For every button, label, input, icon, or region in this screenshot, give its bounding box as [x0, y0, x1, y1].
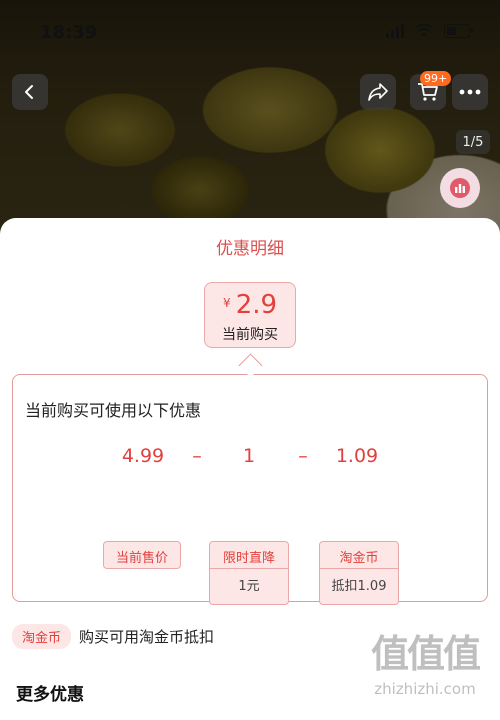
status-bar: 18:39 — [0, 0, 500, 66]
tag-title: 限时直降 — [222, 551, 275, 566]
tag-subtext: 1元 — [238, 579, 260, 594]
coin-text: 购买可用淘金币抵扣 — [79, 628, 215, 646]
share-icon — [368, 83, 388, 101]
watermark: 值值值 zhizhizhi.com — [350, 628, 500, 720]
promo-card: 当前购买可使用以下优惠 4.99 – 1 – 1.09 当前售价 限时直降 1元… — [12, 374, 488, 605]
more-button[interactable] — [452, 74, 488, 110]
promo-heading: 当前购买可使用以下优惠 — [25, 401, 202, 420]
share-button[interactable] — [360, 74, 396, 110]
status-time: 18:39 — [40, 22, 98, 43]
coin-deduct-value: 1.09 — [335, 445, 379, 467]
status-icons — [386, 24, 473, 38]
minus-sign: – — [192, 445, 202, 467]
coin-tag: 淘金币 — [12, 624, 72, 649]
chart-button[interactable] — [440, 168, 480, 208]
image-page-counter: 1/5 — [456, 130, 490, 154]
tag-current-price: 当前售价 — [103, 541, 181, 569]
cart-badge: 99+ — [420, 71, 452, 86]
direct-discount-value: 1 — [242, 445, 256, 467]
current-price-box: ¥ 2.9 当前购买 — [204, 282, 296, 348]
wifi-icon — [414, 24, 434, 37]
battery-icon — [444, 24, 473, 38]
more-discounts-title: 更多优惠 — [16, 685, 84, 705]
tag-title: 淘金币 — [339, 551, 379, 566]
tag-subtext: 抵扣1.09 — [331, 579, 387, 594]
price-label: 当前购买 — [222, 327, 278, 343]
sheet-title: 优惠明细 — [216, 239, 284, 259]
price-value: 2.9 — [235, 290, 278, 320]
back-button[interactable] — [12, 74, 48, 110]
tag-taojinbi: 淘金币 抵扣1.09 — [319, 541, 399, 605]
minus-sign: – — [298, 445, 308, 467]
more-dots-icon — [459, 89, 481, 95]
signal-icon — [386, 24, 404, 38]
watermark-logo: 值值值 — [370, 632, 481, 676]
watermark-url: zhizhizhi.com — [374, 680, 476, 698]
tag-limited-discount: 限时直降 1元 — [209, 541, 289, 605]
tag-title: 当前售价 — [115, 551, 168, 566]
price-currency: ¥ — [222, 296, 231, 310]
chevron-left-icon — [25, 85, 33, 99]
bar-chart-icon — [450, 178, 470, 198]
coin-row[interactable]: 淘金币 购买可用淘金币抵扣 — [12, 624, 214, 649]
base-price-value: 4.99 — [121, 445, 165, 467]
